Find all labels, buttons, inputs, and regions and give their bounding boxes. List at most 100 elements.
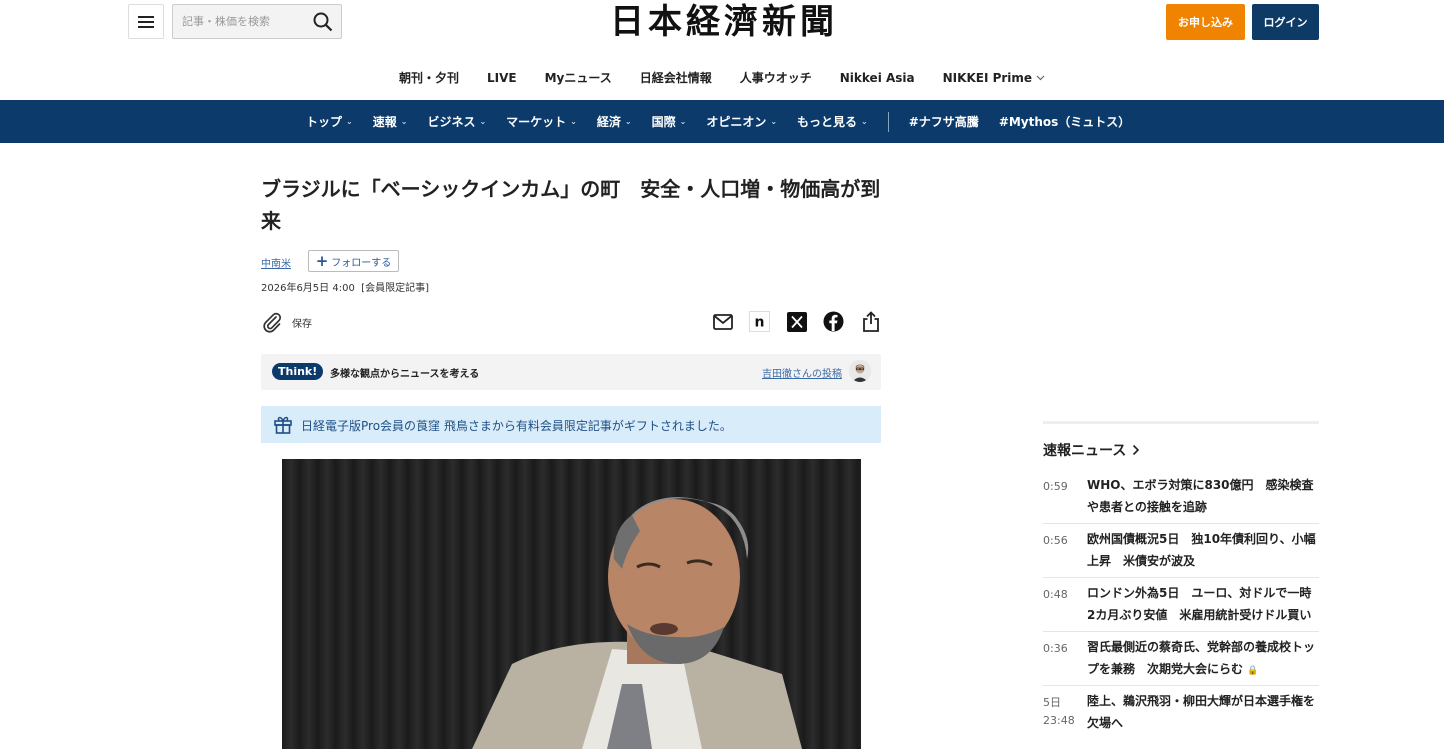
save-button[interactable]: 保存 xyxy=(261,311,312,333)
news-item[interactable]: 5日 23:48 陸上、鵜沢飛羽・柳田大輝が日本選手権を欠場へ xyxy=(1043,686,1319,740)
nav-label: 速報 xyxy=(372,115,397,129)
member-tag: [会員限定記事] xyxy=(361,283,429,294)
gift-notice: 日経電子版Pro会員の莨窪 飛鳥さまから有料会員限定記事がギフトされました。 xyxy=(261,406,881,443)
facebook-icon[interactable] xyxy=(823,311,844,332)
site-logo[interactable]: 日本経濟新聞 xyxy=(568,2,880,42)
subnav-label: Myニュース xyxy=(544,71,612,85)
nav-item[interactable]: マーケット ⌄ xyxy=(496,100,587,143)
article-photo xyxy=(282,459,861,749)
gift-text: 日経電子版Pro会員の莨窪 飛鳥さまから有料会員限定記事がギフトされました。 xyxy=(301,419,732,433)
news-title[interactable]: 習氏最側近の蔡奇氏、党幹部の養成校トップを兼務 次期党大会にらむ 🔒 xyxy=(1087,636,1319,682)
think-bar[interactable]: Think! 多様な観点からニュースを考える 吉田徹さんの投稿 xyxy=(261,354,881,390)
expert-post-link[interactable]: 吉田徹さんの投稿 xyxy=(762,365,842,380)
subnav-label: 日経会社情報 xyxy=(639,71,712,85)
news-title[interactable]: WHO、エボラ対策に830億円 感染検査や患者との接触を追跡 xyxy=(1087,474,1319,518)
nav-item[interactable]: オピニオン ⌄ xyxy=(696,100,787,143)
share-icon[interactable] xyxy=(860,311,881,332)
article-title: ブラジルに「ベーシックインカム」の町 安全・人口増・物価高が到来 xyxy=(261,177,881,233)
breaking-news-sidebar: 速報ニュース 0:59 WHO、エボラ対策に830億円 感染検査や患者との接触を… xyxy=(1043,421,1319,740)
subnav-label: NIKKEI Prime xyxy=(942,71,1033,85)
avatar[interactable] xyxy=(849,360,871,382)
breaking-news-heading[interactable]: 速報ニュース xyxy=(1043,440,1319,460)
nav-item[interactable]: ビジネス ⌄ xyxy=(417,100,496,143)
lock-icon: 🔒 xyxy=(1247,666,1259,676)
subnav-item[interactable]: NIKKEI Prime xyxy=(929,66,1059,90)
subnav-item[interactable]: 人事ウオッチ xyxy=(726,66,826,90)
article-toolbar: 保存 n xyxy=(261,311,881,337)
subnav-label: Nikkei Asia xyxy=(839,71,915,85)
site-header: 日本経濟新聞 お申し込み ログイン 朝刊・夕刊 LIVE Myニュース 日経会社… xyxy=(0,0,1444,100)
login-button[interactable]: ログイン xyxy=(1252,4,1319,40)
news-item[interactable]: 0:56 欧州国債概況5日 独10年債利回り、小幅上昇 米債安が波及 xyxy=(1043,524,1319,578)
news-title[interactable]: 陸上、鵜沢飛羽・柳田大輝が日本選手権を欠場へ xyxy=(1087,690,1319,734)
chevron-down-icon xyxy=(1036,75,1045,81)
subnav-item[interactable]: 日経会社情報 xyxy=(626,66,726,90)
svg-text:n: n xyxy=(755,315,765,331)
nav-tag[interactable]: #Mythos（ミュトス） xyxy=(989,100,1141,143)
nav-label: オピニオン xyxy=(706,115,767,129)
nav-divider xyxy=(887,111,889,132)
news-time: 0:36 xyxy=(1043,642,1068,655)
follow-label: フォローする xyxy=(331,257,392,269)
save-label: 保存 xyxy=(292,318,312,330)
gift-icon xyxy=(274,416,292,434)
nav-label: 経済 xyxy=(596,115,621,129)
news-title-text: 習氏最側近の蔡奇氏、党幹部の養成校トップを兼務 次期党大会にらむ xyxy=(1087,640,1316,676)
plus-icon: + xyxy=(315,251,329,270)
chevron-down-icon: ⌄ xyxy=(479,117,487,126)
chevron-down-icon: ⌄ xyxy=(770,117,778,126)
note-icon[interactable]: n xyxy=(749,311,770,332)
nav-item[interactable]: もっと見る ⌄ xyxy=(787,100,878,143)
nav-label: トップ xyxy=(306,115,343,129)
subnav-label: LIVE xyxy=(486,71,517,85)
think-badge: Think! xyxy=(272,363,324,380)
nav-item[interactable]: トップ ⌄ xyxy=(296,100,363,143)
nav-label: ビジネス xyxy=(427,115,476,129)
divider xyxy=(1043,421,1319,424)
x-twitter-icon[interactable] xyxy=(786,311,807,332)
news-time: 0:56 xyxy=(1043,534,1068,547)
main-navigation: トップ ⌄ 速報 ⌄ ビジネス ⌄ マーケット ⌄ 経済 ⌄ 国際 ⌄ オピニオン ⌄ もっと… xyxy=(0,100,1444,143)
news-title[interactable]: ロンドン外為5日 ユーロ、対ドルで一時2カ月ぶり安値 米雇用統計受けドル買い xyxy=(1087,582,1319,626)
chevron-down-icon: ⌄ xyxy=(679,117,687,126)
subscribe-button[interactable]: お申し込み xyxy=(1166,4,1245,40)
mail-icon[interactable] xyxy=(712,311,733,332)
article-date: 2026年6月5日 4:00 xyxy=(261,283,355,294)
chevron-down-icon: ⌄ xyxy=(570,117,577,126)
nav-item[interactable]: 国際 ⌄ xyxy=(642,100,697,143)
news-time: 0:48 xyxy=(1043,588,1068,601)
search-input[interactable] xyxy=(173,5,307,38)
chevron-down-icon: ⌄ xyxy=(400,117,408,126)
chevron-down-icon: ⌄ xyxy=(861,117,868,126)
news-time: 0:59 xyxy=(1043,480,1068,493)
think-text: 多様な観点からニュースを考える xyxy=(330,369,480,380)
menu-button[interactable] xyxy=(128,4,164,39)
share-buttons: n xyxy=(712,311,881,332)
subnav-item[interactable]: Nikkei Asia xyxy=(826,66,929,90)
news-title[interactable]: 欧州国債概況5日 独10年債利回り、小幅上昇 米債安が波及 xyxy=(1087,528,1319,572)
chevron-down-icon: ⌄ xyxy=(624,117,632,126)
nav-item[interactable]: 経済 ⌄ xyxy=(587,100,642,143)
subnav-item[interactable]: LIVE xyxy=(473,66,531,90)
search-icon[interactable] xyxy=(313,12,333,32)
news-item[interactable]: 0:59 WHO、エボラ対策に830億円 感染検査や患者との接触を追跡 xyxy=(1043,470,1319,524)
paperclip-icon xyxy=(263,312,282,333)
portrait-image xyxy=(472,497,802,749)
subnav-label: 朝刊・夕刊 xyxy=(398,71,459,85)
news-item[interactable]: 0:48 ロンドン外為5日 ユーロ、対ドルで一時2カ月ぶり安値 米雇用統計受けド… xyxy=(1043,578,1319,632)
subnav-label: 人事ウオッチ xyxy=(739,71,812,85)
nav-label: もっと見る xyxy=(797,115,858,129)
nav-tag[interactable]: #ナフサ高騰 xyxy=(899,100,989,143)
subnav-item[interactable]: 朝刊・夕刊 xyxy=(385,66,473,90)
follow-button[interactable]: + フォローする xyxy=(308,250,399,272)
chevron-down-icon: ⌄ xyxy=(346,117,353,126)
news-time: 5日 23:48 xyxy=(1043,696,1075,727)
subnav-item[interactable]: Myニュース xyxy=(531,66,626,90)
nav-label: マーケット xyxy=(506,115,567,129)
hamburger-icon xyxy=(138,15,154,28)
search-box xyxy=(172,4,342,39)
chevron-right-icon xyxy=(1133,444,1140,456)
nav-item[interactable]: 速報 ⌄ xyxy=(363,100,418,143)
news-item[interactable]: 0:36 習氏最側近の蔡奇氏、党幹部の養成校トップを兼務 次期党大会にらむ 🔒 xyxy=(1043,632,1319,686)
topic-link[interactable]: 中南米 xyxy=(261,255,291,270)
